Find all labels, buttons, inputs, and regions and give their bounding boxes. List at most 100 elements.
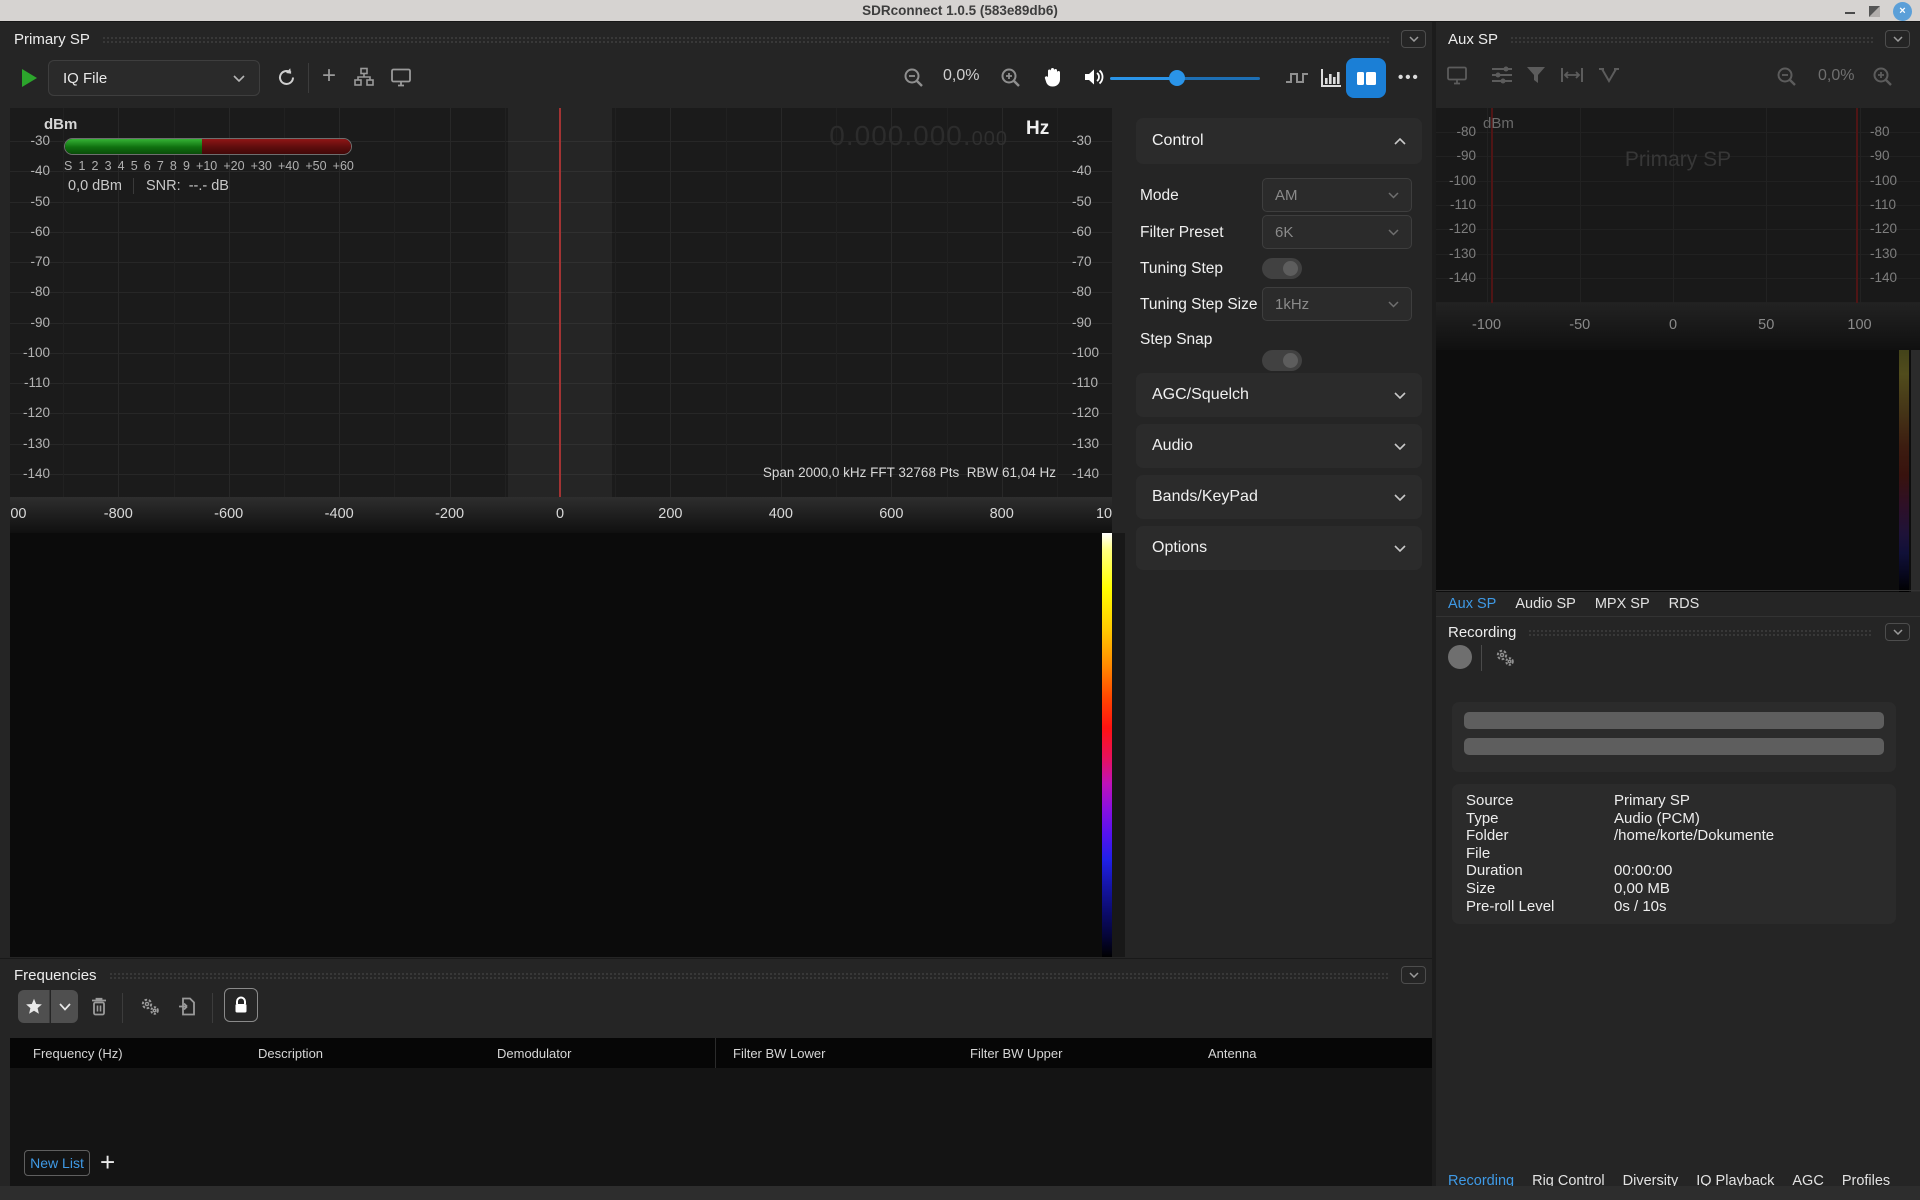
volume-icon[interactable] <box>1083 67 1105 87</box>
frequency-axis[interactable]: -1000-800-600-400-20002004006008001000 <box>10 497 1112 533</box>
favorite-star-button[interactable] <box>18 990 50 1023</box>
recording-level-meters <box>1452 702 1896 772</box>
zoom-in-icon[interactable] <box>1000 67 1021 88</box>
section-header[interactable]: AGC/Squelch <box>1136 373 1422 417</box>
frequencies-collapse-button[interactable] <box>1401 966 1426 984</box>
tuning-step-toggle[interactable] <box>1262 258 1302 279</box>
favorite-dropdown-button[interactable] <box>51 990 78 1023</box>
db-tick-label: -50 <box>16 194 50 209</box>
control-section-header[interactable]: Control <box>1136 118 1422 164</box>
filter-preset-label: Filter Preset <box>1140 224 1224 242</box>
frequency-display[interactable]: 0.000.000.000 <box>829 120 1008 152</box>
tab[interactable]: RDS <box>1669 596 1700 612</box>
toolbar-separator <box>122 993 123 1023</box>
peaks-icon[interactable] <box>1598 66 1620 84</box>
split-layout-button[interactable] <box>1346 58 1386 98</box>
column-header[interactable]: Filter BW Lower <box>733 1046 825 1061</box>
trash-icon[interactable] <box>90 996 108 1017</box>
primary-spectrum-display[interactable]: -30-40-50-60-70-80-90-100-110-120-130-14… <box>10 108 1112 497</box>
grid-line <box>836 108 837 497</box>
record-button[interactable] <box>1448 645 1472 669</box>
source-select[interactable]: IQ File <box>48 60 260 96</box>
signal-step-icon[interactable] <box>1285 69 1309 87</box>
zoom-in-icon[interactable] <box>1872 66 1893 87</box>
column-divider[interactable] <box>715 1038 716 1068</box>
tab[interactable]: Audio SP <box>1515 596 1575 612</box>
gears-icon[interactable] <box>138 996 162 1018</box>
column-header[interactable]: Description <box>258 1046 323 1061</box>
db-tick-label: -100 <box>1870 173 1904 188</box>
s-meter-tick-label: 8 <box>170 159 177 173</box>
primary-waterfall[interactable] <box>10 533 1112 957</box>
tab[interactable]: Aux SP <box>1448 596 1496 612</box>
frequencies-table-body[interactable]: New List + <box>10 1068 1432 1186</box>
grid-line <box>450 108 451 497</box>
sliders-icon[interactable] <box>1490 65 1514 85</box>
primary-sp-collapse-button[interactable] <box>1401 30 1426 48</box>
span-width-icon[interactable] <box>1560 67 1584 83</box>
recording-title: Recording <box>1448 624 1516 641</box>
import-file-icon[interactable] <box>178 996 197 1017</box>
aux-waterfall[interactable] <box>1436 350 1920 592</box>
column-header[interactable]: Filter BW Upper <box>970 1046 1062 1061</box>
maximize-icon[interactable] <box>1869 6 1880 17</box>
span-status-line: Span 2000,0 kHz FFT 32768 Pts RBW 61,04 … <box>763 465 1056 480</box>
monitor-icon[interactable] <box>390 67 412 87</box>
aux-sp-collapse-button[interactable] <box>1885 30 1910 48</box>
level-meter-bar <box>1464 712 1884 729</box>
mode-select[interactable]: AM <box>1262 178 1412 212</box>
record-settings-gears-icon[interactable] <box>1493 647 1517 669</box>
monitor-icon[interactable] <box>1446 65 1468 85</box>
db-tick-label: -110 <box>1870 197 1904 212</box>
aux-scrollbar[interactable] <box>1911 350 1920 592</box>
s-meter-tick-label: 9 <box>183 159 190 173</box>
column-header[interactable]: Antenna <box>1208 1046 1256 1061</box>
db-tick-label: -70 <box>16 254 50 269</box>
section-header[interactable]: Options <box>1136 526 1422 570</box>
window-titlebar[interactable]: SDRconnect 1.0.5 (583e89db6) × <box>0 0 1920 22</box>
new-list-button[interactable]: New List <box>24 1150 90 1176</box>
info-value: 0,00 MB <box>1614 880 1886 898</box>
tab[interactable]: MPX SP <box>1595 596 1650 612</box>
step-snap-toggle[interactable] <box>1262 350 1302 371</box>
column-header[interactable]: Demodulator <box>497 1046 571 1061</box>
toggle-knob <box>1283 353 1298 368</box>
tuning-step-size-select[interactable]: 1kHz <box>1262 287 1412 321</box>
more-icon[interactable]: ••• <box>1398 69 1420 86</box>
add-icon[interactable]: + <box>322 65 336 87</box>
waterfall-scrollbar[interactable] <box>1112 533 1125 957</box>
tuning-line[interactable] <box>559 108 561 497</box>
zoom-out-icon[interactable] <box>1776 66 1797 87</box>
chevron-down-icon <box>1388 229 1399 236</box>
grid-line <box>891 108 892 497</box>
recording-collapse-button[interactable] <box>1885 623 1910 641</box>
s-meter-tick-label: 2 <box>92 159 99 173</box>
volume-slider[interactable] <box>1110 77 1260 80</box>
aux-sp-toolbar: 0,0% <box>1440 56 1920 96</box>
filter-preset-select[interactable]: 6K <box>1262 215 1412 249</box>
filter-funnel-icon[interactable] <box>1526 66 1546 84</box>
refresh-icon[interactable] <box>276 67 297 88</box>
section-header[interactable]: Bands/KeyPad <box>1136 475 1422 519</box>
chevron-down-icon <box>1893 629 1903 635</box>
aux-frequency-axis[interactable]: -100-50050100 <box>1436 303 1920 350</box>
spectrum-chart-icon[interactable] <box>1320 68 1342 88</box>
s-meter-green-segment <box>65 139 202 154</box>
add-list-icon[interactable]: + <box>100 1152 115 1172</box>
lock-button[interactable] <box>224 988 258 1022</box>
zoom-out-icon[interactable] <box>903 67 924 88</box>
minimize-button[interactable] <box>1844 5 1856 17</box>
close-button[interactable]: × <box>1893 2 1912 21</box>
volume-slider-knob[interactable] <box>1169 70 1185 86</box>
control-collapsed-sections: AGC/Squelch Audio Bands/KeyPad Options <box>1136 373 1422 570</box>
divider <box>1436 616 1920 617</box>
pan-hand-icon[interactable] <box>1043 65 1063 88</box>
db-tick-label: -110 <box>1072 375 1106 390</box>
play-icon[interactable] <box>22 69 37 87</box>
network-icon[interactable] <box>354 67 374 87</box>
aux-spectrum-display[interactable]: -80-90-100-110-120-130-140 -80-90-100-11… <box>1436 108 1920 303</box>
section-header[interactable]: Audio <box>1136 424 1422 468</box>
mode-value: AM <box>1275 187 1298 204</box>
s-meter-tick-label: +40 <box>278 159 299 173</box>
column-header[interactable]: Frequency (Hz) <box>33 1046 123 1061</box>
